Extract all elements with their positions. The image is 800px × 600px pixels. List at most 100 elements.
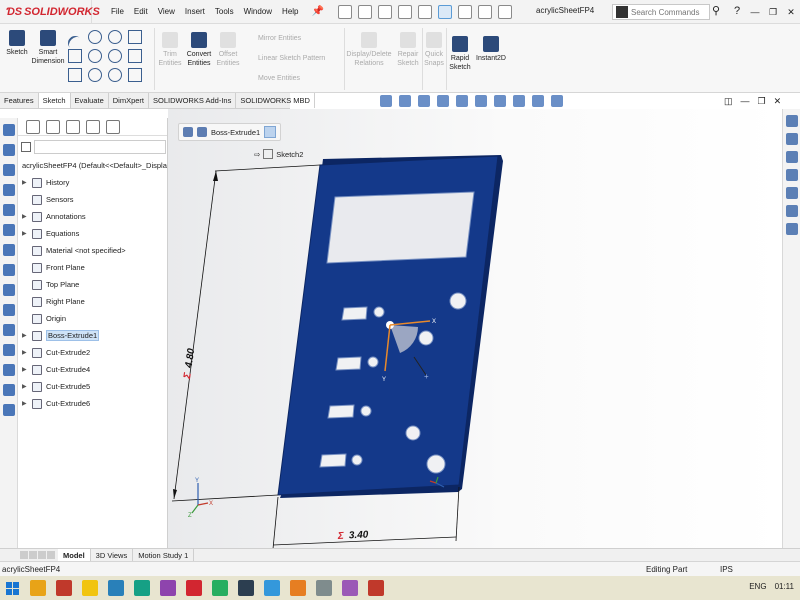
dropdown-icon[interactable]	[128, 30, 142, 44]
start-button[interactable]	[0, 578, 24, 598]
spline-icon[interactable]	[108, 30, 122, 44]
expand-arrow-icon[interactable]: ▶	[22, 213, 32, 220]
hole-cutout[interactable]	[449, 292, 467, 310]
sketch-tool-icon[interactable]	[3, 264, 15, 276]
move-entities-button[interactable]: Move Entities	[258, 75, 300, 82]
print-icon[interactable]	[397, 4, 412, 19]
slot-cutout[interactable]	[327, 404, 355, 419]
menu-file[interactable]: File	[106, 7, 129, 16]
undo-icon[interactable]	[417, 4, 432, 19]
menu-view[interactable]: View	[153, 7, 180, 16]
apply-scene-icon[interactable]	[532, 95, 544, 107]
tree-item[interactable]: ▶ History	[18, 174, 167, 191]
view-orientation-icon[interactable]	[456, 95, 468, 107]
file-properties-icon[interactable]	[477, 4, 492, 19]
circle-icon[interactable]	[88, 30, 102, 44]
minimize-icon[interactable]: —	[746, 0, 764, 24]
status-units[interactable]: IPS	[720, 565, 733, 574]
save-icon[interactable]	[377, 4, 392, 19]
viewport-restore-icon[interactable]: ❐	[758, 96, 766, 107]
viewport-close-icon[interactable]: ✕	[774, 96, 782, 107]
dimension-height-value[interactable]: 4.80	[183, 347, 197, 369]
dimxpert-manager-icon[interactable]	[86, 119, 100, 134]
tree-item[interactable]: Material <not specified>	[18, 242, 167, 259]
appearances-icon[interactable]	[786, 187, 798, 199]
point-icon[interactable]	[88, 68, 102, 82]
app-icon[interactable]	[290, 580, 306, 596]
hole-cutout[interactable]	[405, 425, 421, 441]
app-icon[interactable]	[316, 580, 332, 596]
tree-item[interactable]: Origin	[18, 310, 167, 327]
instant2d-button[interactable]: Instant2D	[474, 36, 508, 63]
app-icon[interactable]	[264, 580, 280, 596]
tab-model[interactable]: Model	[58, 548, 91, 562]
rebuild-icon[interactable]	[457, 4, 472, 19]
hole-cutout[interactable]	[373, 306, 385, 318]
menu-tools[interactable]: Tools	[210, 7, 239, 16]
repair-sketch-button[interactable]: Repair Sketch	[394, 32, 422, 68]
mirror-entities-button[interactable]: Mirror Entities	[258, 35, 301, 42]
display-manager-icon[interactable]	[106, 119, 120, 134]
app-icon[interactable]	[108, 580, 124, 596]
tab-solidworks-add-ins[interactable]: SOLIDWORKS Add-Ins	[149, 93, 237, 108]
dimension-height[interactable]: Σ 4.80	[182, 347, 197, 380]
hide-show-items-icon[interactable]	[494, 95, 506, 107]
display-style-icon[interactable]	[475, 95, 487, 107]
select-icon[interactable]	[437, 4, 452, 19]
view-palette-icon[interactable]	[786, 169, 798, 181]
offset-entities-button[interactable]: Offset Entities	[214, 32, 242, 68]
expand-arrow-icon[interactable]: ▶	[22, 383, 32, 390]
polygon-icon[interactable]	[108, 49, 122, 63]
previous-view-icon[interactable]	[418, 95, 430, 107]
edit-appearance-icon[interactable]	[513, 95, 525, 107]
first-tab-icon[interactable]	[20, 551, 28, 559]
dimension-width[interactable]: Σ 3.40	[337, 529, 369, 542]
sketch-tool-icon[interactable]	[3, 304, 15, 316]
menu-edit[interactable]: Edit	[129, 7, 153, 16]
sketch-tool-icon[interactable]	[3, 284, 15, 296]
sketch-tool-icon[interactable]	[3, 204, 15, 216]
solidworks-logo[interactable]: ƊS SOLIDWORKS	[0, 0, 100, 24]
restore-icon[interactable]: ❐	[764, 0, 782, 24]
convert-entities-button[interactable]: Convert Entities	[184, 32, 214, 68]
search-box[interactable]	[612, 4, 710, 20]
hole-cutout[interactable]	[360, 405, 372, 417]
fillet-icon[interactable]	[108, 68, 122, 82]
tree-item[interactable]: ▶ Cut-Extrude5	[18, 378, 167, 395]
sketch-tool-icon[interactable]	[3, 224, 15, 236]
configuration-manager-icon[interactable]	[66, 119, 80, 134]
tab-features[interactable]: Features	[0, 93, 39, 108]
solidworks-resources-icon[interactable]	[786, 115, 798, 127]
app-icon[interactable]	[212, 580, 228, 596]
tree-item[interactable]: ▶ Cut-Extrude6	[18, 395, 167, 412]
tab-evaluate[interactable]: Evaluate	[71, 93, 109, 108]
view-settings-icon[interactable]	[551, 95, 563, 107]
app-icon[interactable]	[134, 580, 150, 596]
search-input[interactable]	[631, 7, 709, 17]
tree-root-part[interactable]: acrylicSheetFP4 (Default<<Default>_Displ…	[18, 155, 167, 174]
next-tab-icon[interactable]	[38, 551, 46, 559]
display-window-cutout[interactable]	[326, 191, 475, 264]
viewport-minimize-icon[interactable]: —	[741, 96, 750, 107]
tree-item[interactable]: ▶ Cut-Extrude2	[18, 344, 167, 361]
rectangle-icon[interactable]	[68, 49, 82, 63]
sketch-tool-icon[interactable]	[3, 404, 15, 416]
expand-arrow-icon[interactable]: ▶	[22, 366, 32, 373]
tree-item[interactable]: Right Plane	[18, 293, 167, 310]
hole-cutout[interactable]	[418, 330, 434, 346]
tree-item[interactable]: ▶ Cut-Extrude4	[18, 361, 167, 378]
viewport-tile-icon[interactable]: ◫	[724, 96, 733, 107]
app-icon[interactable]	[342, 580, 358, 596]
sketch-tool-icon[interactable]	[3, 244, 15, 256]
linear-sketch-pattern-button[interactable]: Linear Sketch Pattern	[258, 55, 325, 62]
language-indicator[interactable]: ENG	[749, 582, 766, 591]
feature-tree-icon[interactable]	[26, 119, 40, 134]
last-tab-icon[interactable]	[47, 551, 55, 559]
rapid-sketch-button[interactable]: Rapid Sketch	[448, 36, 472, 72]
filter-icon[interactable]	[21, 142, 31, 152]
property-manager-icon[interactable]	[46, 119, 60, 134]
options-icon[interactable]	[497, 4, 512, 19]
model-view[interactable]: X Y + Σ 4.80 Σ 3.40 Y X Z	[168, 109, 782, 548]
text-icon[interactable]	[128, 49, 142, 63]
hole-cutout[interactable]	[426, 454, 446, 474]
